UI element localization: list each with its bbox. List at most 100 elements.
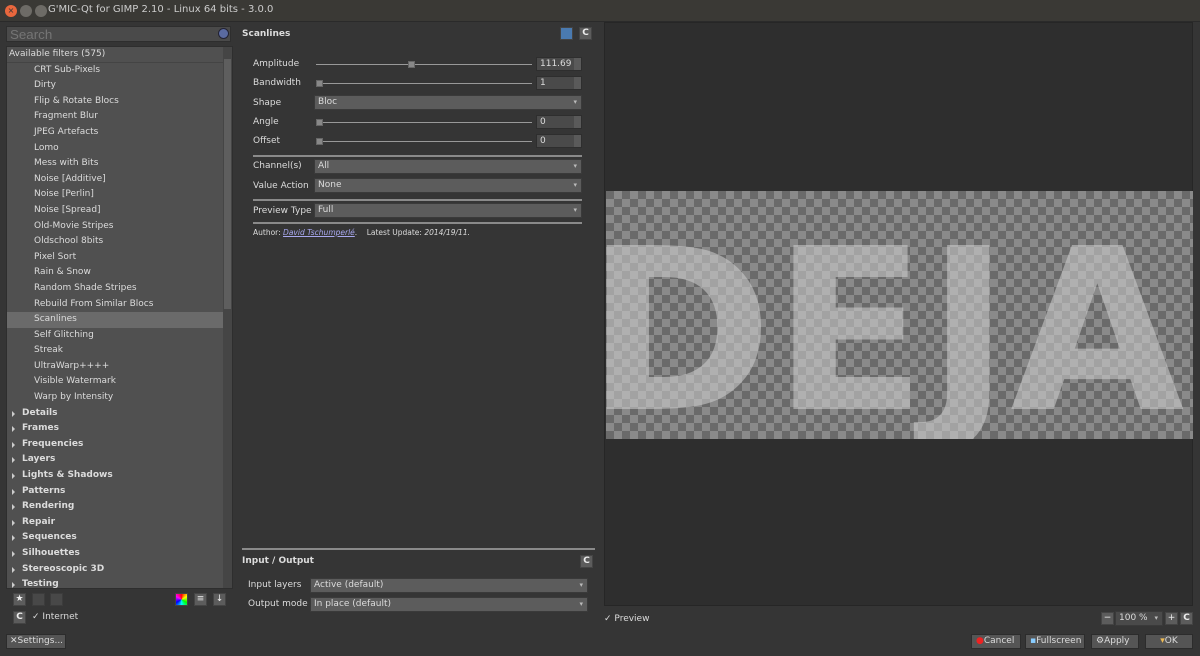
preview-image: DEJA VU xyxy=(606,191,1193,439)
filter-title: Scanlines xyxy=(242,29,291,39)
window-title: G'MIC-Qt for GIMP 2.10 - Linux 64 bits -… xyxy=(48,4,274,15)
offset-slider[interactable] xyxy=(316,138,532,145)
slider-handle[interactable] xyxy=(316,80,323,87)
apply-label: Apply xyxy=(1104,636,1130,646)
cancel-button[interactable]: ●Cancel xyxy=(971,634,1021,649)
offset-spinbox[interactable]: 0 xyxy=(536,134,582,148)
preview-type-select[interactable]: Full xyxy=(314,203,582,218)
angle-label: Angle xyxy=(253,117,279,127)
filter-item[interactable]: Self Glitching xyxy=(7,328,232,344)
author-label: Author: xyxy=(253,228,281,237)
slider-handle[interactable] xyxy=(407,61,415,68)
category-item[interactable]: Layers xyxy=(7,452,232,468)
add-favorite-icon[interactable]: ★ xyxy=(13,593,26,606)
filter-item[interactable]: Visible Watermark xyxy=(7,374,232,390)
tree-scrollbar[interactable] xyxy=(223,47,232,588)
filter-item[interactable]: JPEG Artefacts xyxy=(7,125,232,141)
filter-item[interactable]: Dirty xyxy=(7,78,232,94)
category-item[interactable]: Sequences xyxy=(7,530,232,546)
filter-item[interactable]: Pixel Sort xyxy=(7,250,232,266)
zoom-select[interactable]: 100 % xyxy=(1115,611,1163,626)
angle-spinbox[interactable]: 0 xyxy=(536,115,582,129)
filter-item[interactable]: Flip & Rotate Blocs xyxy=(7,94,232,110)
zoom-in-icon[interactable]: + xyxy=(1165,612,1178,625)
apply-button[interactable]: ⚙Apply xyxy=(1091,634,1139,649)
filter-item[interactable]: CRT Sub-Pixels xyxy=(7,63,232,79)
filter-item[interactable]: Mess with Bits xyxy=(7,156,232,172)
output-mode-label: Output mode xyxy=(248,599,308,609)
angle-slider[interactable] xyxy=(316,119,532,126)
filter-item[interactable]: Warp by Intensity xyxy=(7,390,232,406)
category-item[interactable]: Stereoscopic 3D xyxy=(7,562,232,578)
zoom-reset-icon[interactable]: C xyxy=(1180,612,1193,625)
cancel-label: Cancel xyxy=(983,636,1015,646)
filter-item[interactable]: Old-Movie Stripes xyxy=(7,219,232,235)
channels-select[interactable]: All xyxy=(314,159,582,174)
slider-handle[interactable] xyxy=(316,119,323,126)
io-reset-icon[interactable]: C xyxy=(580,555,593,568)
filter-item[interactable]: Rain & Snow xyxy=(7,265,232,281)
category-item[interactable]: Patterns xyxy=(7,484,232,500)
slider-handle[interactable] xyxy=(316,138,323,145)
color-wheel-icon[interactable] xyxy=(175,593,188,606)
bandwidth-slider[interactable] xyxy=(316,80,532,87)
bandwidth-label: Bandwidth xyxy=(253,78,301,88)
category-item[interactable]: Frequencies xyxy=(7,437,232,453)
filter-item[interactable]: Noise [Perlin] xyxy=(7,187,232,203)
remove-favorite-icon[interactable] xyxy=(32,593,45,606)
save-icon[interactable] xyxy=(50,593,63,606)
fullscreen-button[interactable]: ▪Fullscreen xyxy=(1025,634,1085,649)
filter-item[interactable]: Random Shade Stripes xyxy=(7,281,232,297)
author-link[interactable]: David Tschumperlé xyxy=(283,228,355,237)
amplitude-slider[interactable] xyxy=(316,61,532,68)
separator xyxy=(253,155,582,157)
preview-checkbox[interactable]: ✓ Preview xyxy=(604,614,649,624)
category-item[interactable]: Silhouettes xyxy=(7,546,232,562)
category-item[interactable]: Frames xyxy=(7,421,232,437)
reset-icon[interactable]: C xyxy=(579,27,592,40)
search-icon[interactable] xyxy=(218,28,229,39)
settings-button[interactable]: ✕Settings... xyxy=(6,634,66,649)
filter-item[interactable]: Noise [Spread] xyxy=(7,203,232,219)
output-mode-select[interactable]: In place (default) xyxy=(310,597,588,612)
list-icon[interactable]: ≡ xyxy=(194,593,207,606)
splitter[interactable] xyxy=(242,548,595,550)
search-input[interactable] xyxy=(6,26,231,42)
update-date: 2014/19/11. xyxy=(424,228,470,237)
category-item[interactable]: Details xyxy=(7,406,232,422)
maximize-icon[interactable] xyxy=(35,5,47,17)
refresh-icon[interactable]: C xyxy=(13,611,26,624)
close-icon[interactable]: × xyxy=(5,5,17,17)
input-layers-label: Input layers xyxy=(248,580,302,590)
amplitude-spinbox[interactable]: 111.69 xyxy=(536,57,582,71)
tree-header[interactable]: Available filters (575) xyxy=(7,47,232,63)
filter-item[interactable]: Lomo xyxy=(7,141,232,157)
input-layers-select[interactable]: Active (default) xyxy=(310,578,588,593)
ok-button[interactable]: ▾OK xyxy=(1145,634,1193,649)
filter-item[interactable]: Oldschool 8bits xyxy=(7,234,232,250)
download-icon[interactable]: ↓ xyxy=(213,593,226,606)
check-icon: ✓ xyxy=(32,612,40,622)
category-item[interactable]: Lights & Shadows xyxy=(7,468,232,484)
settings-label: Settings... xyxy=(17,636,64,646)
internet-checkbox[interactable]: ✓ Internet xyxy=(32,612,78,622)
filter-item[interactable]: Scanlines xyxy=(7,312,232,328)
internet-label: Internet xyxy=(42,612,79,622)
filter-item[interactable]: UltraWarp++++ xyxy=(7,359,232,375)
shape-select[interactable]: Bloc xyxy=(314,95,582,110)
filter-item[interactable]: Noise [Additive] xyxy=(7,172,232,188)
filter-item[interactable]: Rebuild From Similar Blocs xyxy=(7,297,232,313)
category-item[interactable]: Rendering xyxy=(7,499,232,515)
preview-area[interactable]: DEJA VU xyxy=(604,22,1193,606)
category-item[interactable]: Testing xyxy=(7,577,232,588)
minimize-icon[interactable] xyxy=(20,5,32,17)
filter-item[interactable]: Streak xyxy=(7,343,232,359)
bandwidth-spinbox[interactable]: 1 xyxy=(536,76,582,90)
filter-tree: Available filters (575) CRT Sub-Pixels Dir… xyxy=(6,46,233,589)
scrollbar-thumb[interactable] xyxy=(224,59,231,309)
filter-item[interactable]: Fragment Blur xyxy=(7,109,232,125)
zoom-out-icon[interactable]: − xyxy=(1101,612,1114,625)
category-item[interactable]: Repair xyxy=(7,515,232,531)
value-action-select[interactable]: None xyxy=(314,178,582,193)
copy-icon[interactable] xyxy=(560,27,573,40)
